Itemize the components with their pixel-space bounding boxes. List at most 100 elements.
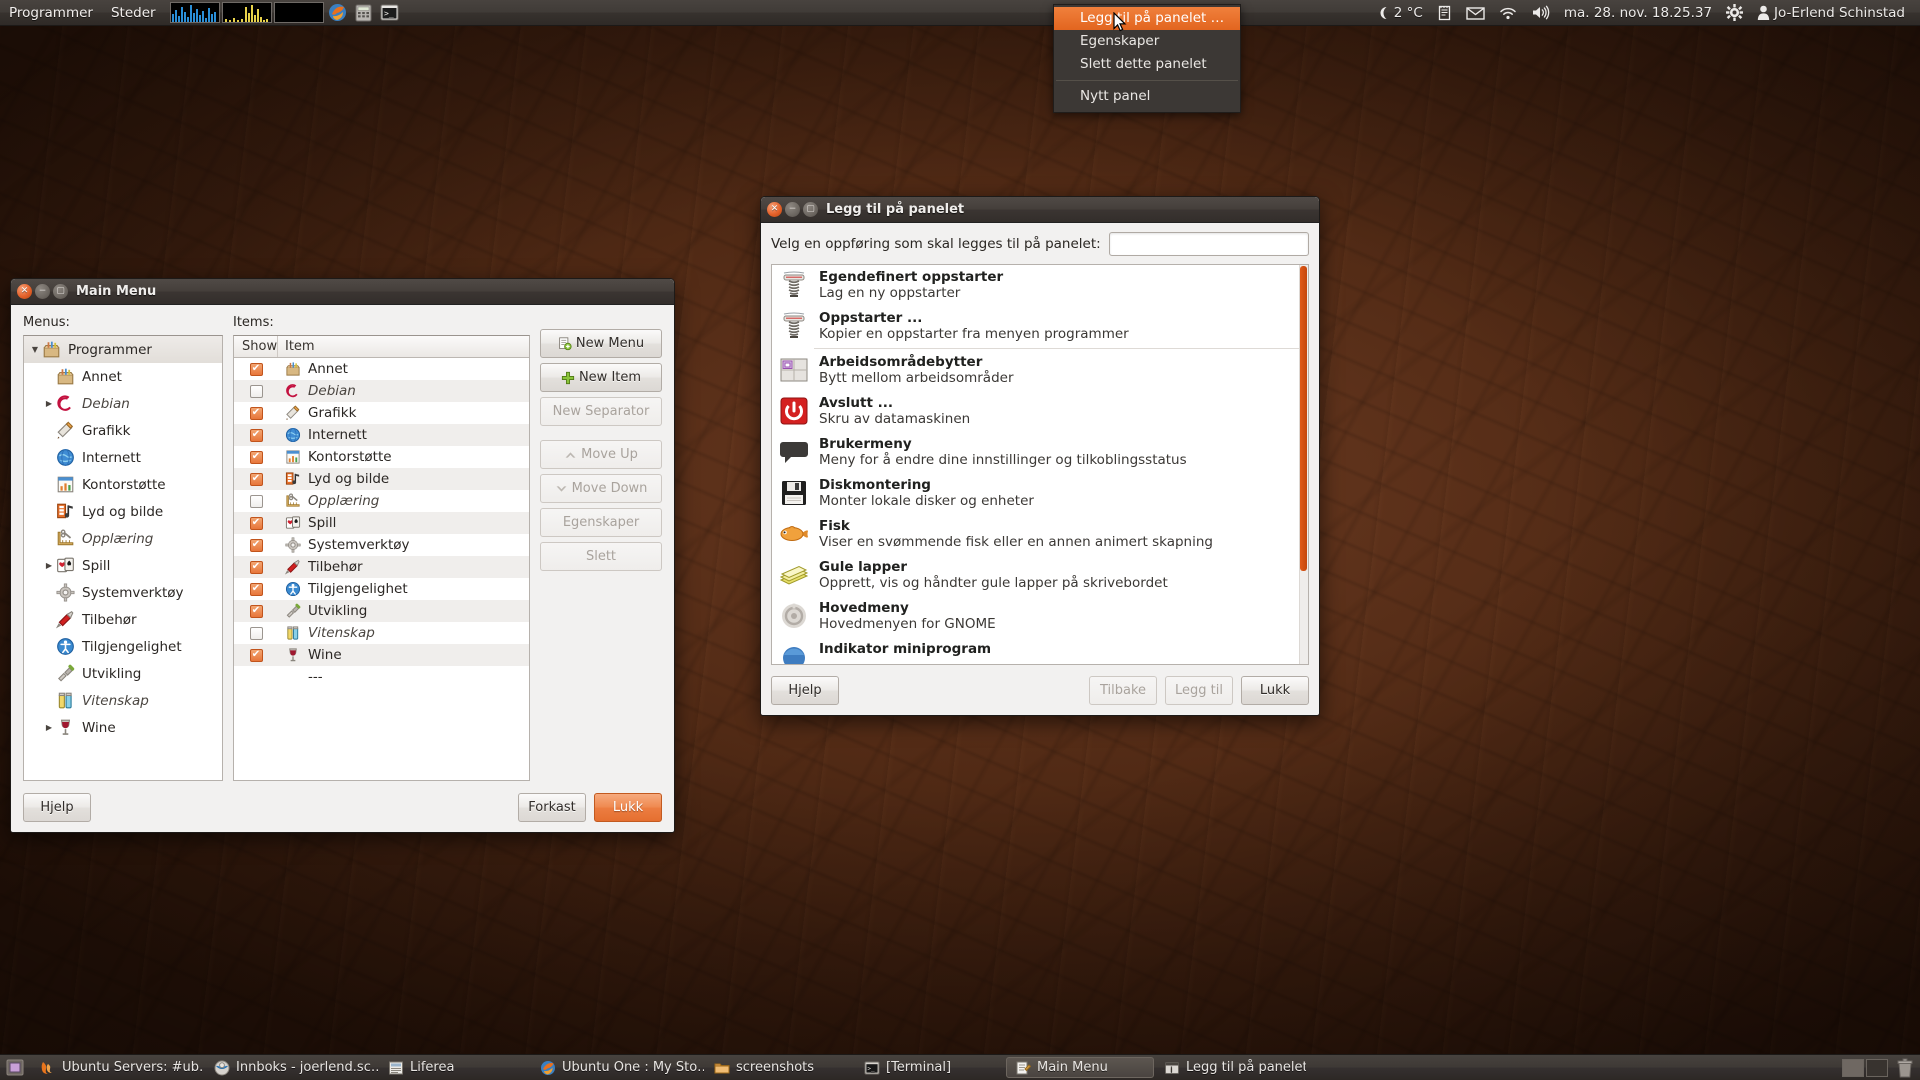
column-header-item[interactable]: Item <box>278 336 529 357</box>
cell-show[interactable] <box>234 495 278 508</box>
side-button-new-item[interactable]: New Item <box>540 363 662 392</box>
cell-show[interactable]: ✔ <box>234 517 278 530</box>
cell-show[interactable]: ✔ <box>234 407 278 420</box>
list-item[interactable]: Egendefinert oppstarterLag en ny oppstar… <box>772 265 1308 306</box>
menus-tree[interactable]: ▼ProgrammerAnnet▶DebianGrafikkInternettK… <box>23 335 223 781</box>
bottom-taskbar[interactable]: Ubuntu Servers: #ub…Innboks - joerlend.s… <box>0 1054 1920 1080</box>
table-row[interactable]: ✔ Wine <box>234 644 529 666</box>
add-panel-search-input[interactable] <box>1109 232 1309 256</box>
menu-tree-row[interactable]: Internett <box>24 444 222 471</box>
maximize-icon[interactable]: ▢ <box>803 202 818 217</box>
list-item[interactable]: ArbeidsområdebytterBytt mellom arbeidsom… <box>772 350 1308 391</box>
cell-item[interactable]: Debian <box>278 383 529 399</box>
close-icon[interactable]: ✕ <box>767 202 782 217</box>
tree-expander-right-icon[interactable]: ▶ <box>42 399 56 408</box>
show-checkbox[interactable]: ✔ <box>250 649 263 662</box>
calculator-launcher-icon[interactable] <box>353 2 375 24</box>
context-menu-item-new-panel[interactable]: Nytt panel <box>1054 85 1240 108</box>
tree-expander-right-icon[interactable]: ▶ <box>42 561 56 570</box>
context-menu-item-add-to-panel[interactable]: Legg til på panelet … <box>1054 7 1240 30</box>
system-monitor-blank-graph[interactable] <box>274 2 324 23</box>
menu-tree-row[interactable]: ▼Programmer <box>24 336 222 363</box>
trash-icon[interactable] <box>1896 1058 1914 1078</box>
workspace-switcher[interactable] <box>1840 1057 1890 1079</box>
cell-item[interactable]: --- <box>278 669 529 685</box>
cell-item[interactable]: Wine <box>278 647 529 663</box>
cell-item[interactable]: Lyd og bilde <box>278 471 529 487</box>
cell-item[interactable]: Tilgjengelighet <box>278 581 529 597</box>
taskbar-task-button[interactable]: screenshots <box>706 1057 854 1078</box>
table-row[interactable]: ✔ Spill <box>234 512 529 534</box>
cell-show[interactable]: ✔ <box>234 583 278 596</box>
main-menu-window[interactable]: ✕ − ▢ Main Menu Menus: ▼ProgrammerAnnet▶… <box>10 278 675 833</box>
context-menu-item-delete-panel[interactable]: Slett dette panelet <box>1054 53 1240 76</box>
show-checkbox[interactable]: ✔ <box>250 517 263 530</box>
add-panel-add-button[interactable]: Legg til <box>1165 676 1233 705</box>
taskbar-task-button[interactable]: Main Menu <box>1006 1057 1154 1078</box>
cell-show[interactable]: ✔ <box>234 561 278 574</box>
show-checkbox[interactable]: ✔ <box>250 605 263 618</box>
add-panel-scrollbar[interactable] <box>1299 265 1308 664</box>
cell-item[interactable]: Kontorstøtte <box>278 449 529 465</box>
show-checkbox[interactable]: ✔ <box>250 407 263 420</box>
show-checkbox[interactable]: ✔ <box>250 583 263 596</box>
table-row[interactable]: ✔Tilbehør <box>234 556 529 578</box>
list-item[interactable]: BrukermenyMeny for å endre dine innstill… <box>772 432 1308 473</box>
column-header-show[interactable]: Show <box>234 336 278 357</box>
close-icon[interactable]: ✕ <box>17 284 32 299</box>
tree-expander-down-icon[interactable]: ▼ <box>28 345 42 354</box>
menu-tree-row[interactable]: Kontorstøtte <box>24 471 222 498</box>
panel-context-menu[interactable]: Legg til på panelet … Egenskaper Slett d… <box>1053 4 1241 113</box>
discard-button[interactable]: Forkast <box>518 793 586 822</box>
add-to-panel-dialog[interactable]: ✕ − ▢ Legg til på panelet Velg en oppfør… <box>760 196 1320 716</box>
cell-show[interactable] <box>234 385 278 398</box>
system-monitor-cpu-graph[interactable] <box>222 2 272 23</box>
table-row[interactable]: Debian <box>234 380 529 402</box>
taskbar-task-button[interactable]: iLegg til på panelet <box>1156 1057 1306 1078</box>
add-panel-item-list[interactable]: Egendefinert oppstarterLag en ny oppstar… <box>771 264 1309 665</box>
cell-item[interactable]: Systemverktøy <box>278 537 529 553</box>
cell-item[interactable]: Spill <box>278 515 529 531</box>
tree-expander-right-icon[interactable]: ▶ <box>42 723 56 732</box>
add-panel-scrollbar-thumb[interactable] <box>1300 266 1307 571</box>
menu-tree-row[interactable]: Utvikling <box>24 660 222 687</box>
taskbar-task-button[interactable]: Ubuntu Servers: #ub… <box>32 1057 204 1078</box>
minimize-icon[interactable]: − <box>785 202 800 217</box>
system-tray[interactable]: 2 °C <box>1370 2 1920 23</box>
menu-tree-row[interactable]: ▶Wine <box>24 714 222 741</box>
cell-show[interactable]: ✔ <box>234 473 278 486</box>
taskbar-task-button[interactable]: Ubuntu One : My Sto… <box>532 1057 704 1078</box>
menu-tree-row[interactable]: Annet <box>24 363 222 390</box>
show-checkbox[interactable]: ✔ <box>250 451 263 464</box>
cell-show[interactable]: ✔ <box>234 605 278 618</box>
show-checkbox[interactable]: ✔ <box>250 429 263 442</box>
user-menu-indicator[interactable]: Jo-Erlend Schinstad <box>1750 3 1912 23</box>
side-button-new-menu[interactable]: New Menu <box>540 329 662 358</box>
table-row[interactable]: ✔Grafikk <box>234 402 529 424</box>
network-indicator[interactable] <box>1492 4 1524 22</box>
firefox-launcher-icon[interactable] <box>327 2 349 24</box>
workspace-1[interactable] <box>1842 1059 1864 1077</box>
clock-indicator[interactable]: ma. 28. nov. 18.25.37 <box>1557 3 1719 23</box>
cell-show[interactable]: ✔ <box>234 429 278 442</box>
show-checkbox[interactable]: ✔ <box>250 363 263 376</box>
volume-indicator[interactable] <box>1524 3 1557 22</box>
menu-tree-row[interactable]: Systemverktøy <box>24 579 222 606</box>
cell-item[interactable]: Opplæring <box>278 493 529 509</box>
table-row[interactable]: ✔Lyd og bilde <box>234 468 529 490</box>
list-item[interactable]: Gule lapperOpprett, vis og håndter gule … <box>772 555 1308 596</box>
cell-item[interactable]: Utvikling <box>278 603 529 619</box>
show-checkbox[interactable] <box>250 385 263 398</box>
menu-tree-row[interactable]: ▶Debian <box>24 390 222 417</box>
menu-tree-row[interactable]: Lyd og bilde <box>24 498 222 525</box>
show-desktop-icon[interactable] <box>3 1057 27 1079</box>
list-item[interactable]: DiskmonteringMonter lokale disker og enh… <box>772 473 1308 514</box>
menu-tree-row[interactable]: Tilbehør <box>24 606 222 633</box>
cell-item[interactable]: Tilbehør <box>278 559 529 575</box>
menu-tree-row[interactable]: Opplæring <box>24 525 222 552</box>
main-menu-window-controls[interactable]: ✕ − ▢ <box>17 284 68 299</box>
minimize-icon[interactable]: − <box>35 284 50 299</box>
cell-show[interactable] <box>234 627 278 640</box>
add-panel-help-button[interactable]: Hjelp <box>771 676 839 705</box>
menu-tree-row[interactable]: Vitenskap <box>24 687 222 714</box>
